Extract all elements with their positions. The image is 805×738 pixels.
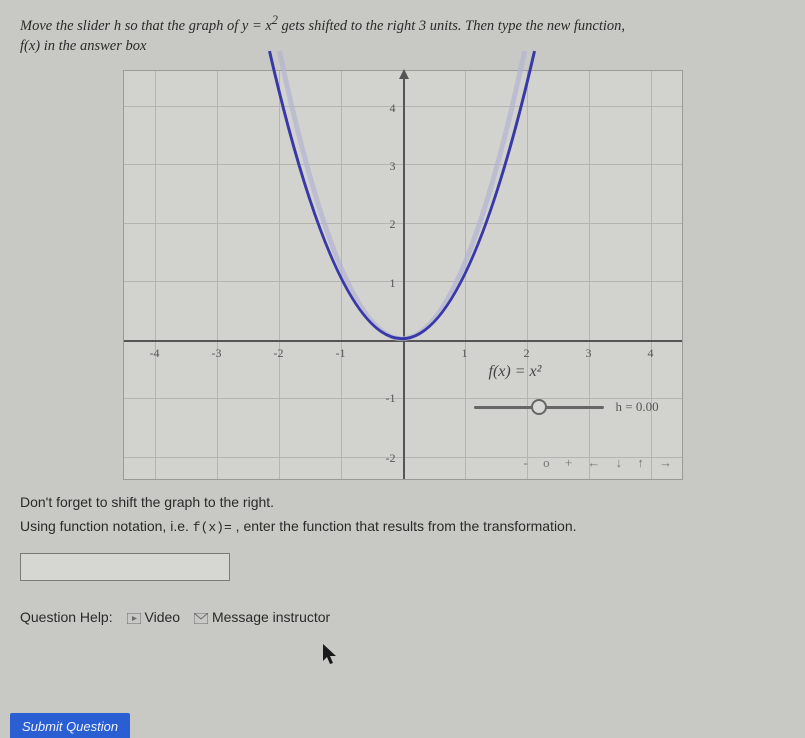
- prompt-text: so that the graph of: [121, 18, 242, 34]
- eq-eq: =: [248, 18, 265, 34]
- envelope-icon: [194, 611, 208, 627]
- video-help-link[interactable]: Video: [127, 609, 184, 625]
- answer-input[interactable]: [20, 553, 230, 581]
- h-value-label: h = 0.00: [616, 399, 659, 415]
- parabola-main: [269, 52, 534, 340]
- function-label: f(x) = x²: [489, 363, 542, 381]
- slider-var: h: [114, 18, 121, 34]
- question-help-row: Question Help: Video Message instructor: [20, 609, 785, 626]
- zoom-pan-controls[interactable]: - o + ← ↓ ↑ →: [524, 455, 679, 471]
- fx-notation: f(x): [20, 38, 40, 54]
- prompt-text: gets shifted to the right 3 units. Then …: [278, 18, 625, 34]
- message-instructor-label: Message instructor: [212, 609, 330, 625]
- question-prompt: Move the slider h so that the graph of y…: [20, 12, 785, 56]
- prompt-text: in the answer box: [40, 38, 146, 54]
- prompt-text: Move the slider: [20, 18, 114, 34]
- parabola-shadow: [279, 52, 524, 340]
- curves-svg: [124, 71, 682, 479]
- hint-shift-right: Don't forget to shift the graph to the r…: [20, 494, 785, 510]
- help-label: Question Help:: [20, 609, 113, 625]
- video-icon: [127, 611, 141, 627]
- hint-code: f(x)=: [193, 520, 232, 535]
- graph-canvas[interactable]: -4 -3 -2 -1 1 2 3 4 -2 -1 1 2 3 4 f(x) =…: [123, 70, 683, 480]
- hint-text: , enter the function that results from t…: [232, 518, 577, 534]
- message-instructor-link[interactable]: Message instructor: [194, 609, 330, 625]
- video-help-label: Video: [145, 609, 181, 625]
- cursor-icon: [322, 643, 340, 667]
- hint-function-notation: Using function notation, i.e. f(x)= , en…: [20, 518, 785, 535]
- submit-question-button[interactable]: Submit Question: [10, 713, 130, 738]
- h-slider-thumb[interactable]: [531, 399, 547, 415]
- hint-text: Using function notation, i.e.: [20, 518, 193, 534]
